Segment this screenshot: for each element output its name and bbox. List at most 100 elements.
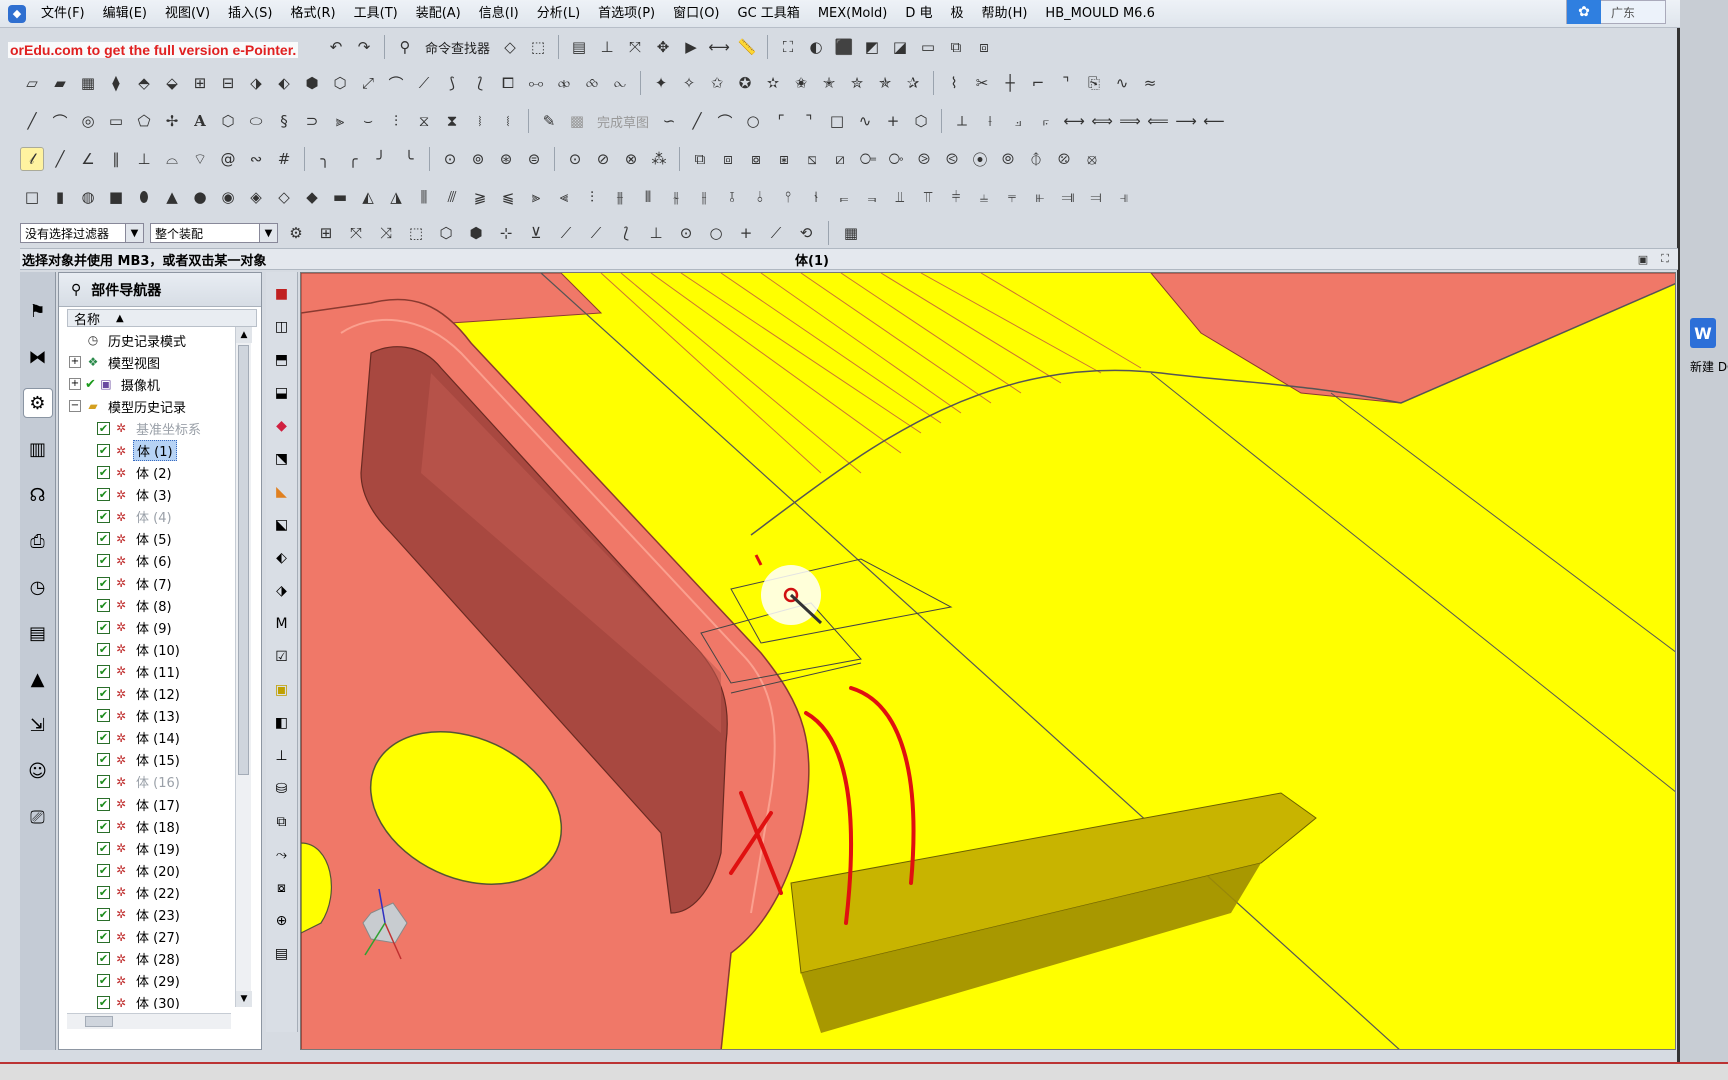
word-document-icon[interactable]: W (1690, 318, 1716, 348)
sketch-arc-icon[interactable]: ⌒ (713, 109, 737, 133)
arc-center-icon[interactable]: ⊙ (563, 147, 587, 171)
quilt-icon[interactable]: ⧝ (580, 71, 604, 95)
scroll-up-icon[interactable]: ▲ (236, 327, 252, 343)
menu-item[interactable]: 视图(V) (156, 0, 219, 28)
sew-icon[interactable]: ⬢ (300, 71, 324, 95)
circle-radius-icon[interactable]: ⊜ (522, 147, 546, 171)
reflection-icon[interactable]: ✰ (901, 71, 925, 95)
internet-explorer-icon[interactable]: ☊ (23, 480, 53, 510)
reuse-library-icon[interactable]: ▥ (23, 434, 53, 464)
animate-icon[interactable]: ⟵ (1202, 109, 1226, 133)
groove-icon[interactable]: ◭ (356, 185, 380, 209)
fullscreen-icon[interactable]: ⛶ (1656, 250, 1674, 268)
bend-icon[interactable]: ⫶ (580, 185, 604, 209)
tree-row[interactable]: ✔ ✲ 体 (7) (67, 572, 239, 594)
visibility-checkbox[interactable]: ✔ (97, 797, 110, 811)
body-select-icon[interactable]: ⬢ (464, 221, 488, 245)
face-blend-icon[interactable]: ⟅ (468, 71, 492, 95)
highlight-curve-icon[interactable]: 𝓁 (20, 147, 44, 171)
drawing-icon[interactable]: ⫣ (1112, 185, 1136, 209)
polygon-icon[interactable]: ⬠ (132, 109, 156, 133)
parting-icon[interactable]: ⫰ (748, 185, 772, 209)
tree-row[interactable]: ✔ ✲ 体 (8) (67, 594, 239, 616)
yellow-cube-icon[interactable]: ▣ (270, 678, 294, 702)
ellipse-icon[interactable]: ⬭ (244, 109, 268, 133)
general-filter-icon[interactable]: ⚙ (284, 221, 308, 245)
visibility-checkbox[interactable]: ✔ (97, 841, 110, 855)
snap-line-icon[interactable]: ⟋ (554, 221, 578, 245)
snap-tangent-icon[interactable]: ⟋ (764, 221, 788, 245)
chamfer-icon[interactable]: ⧁ (912, 147, 936, 171)
point-icon[interactable]: ✢ (160, 109, 184, 133)
move-face-icon[interactable]: ⤳ (270, 843, 294, 867)
snap-perp-icon[interactable]: ⊥ (644, 221, 668, 245)
perpendicular-line-icon[interactable]: ⊥ (132, 147, 156, 171)
sketch-line-icon[interactable]: ╱ (685, 109, 709, 133)
tree-row[interactable]: ✔ ✲ 体 (13) (67, 705, 239, 727)
diagnose-icon[interactable]: ✮ (845, 71, 869, 95)
thicken-icon[interactable]: ⧟ (524, 71, 548, 95)
visibility-checkbox[interactable]: ✔ (97, 598, 110, 612)
spiral-icon[interactable]: @ (216, 147, 240, 171)
visibility-checkbox[interactable]: ✔ (97, 775, 110, 789)
pin-icon[interactable]: ⚲ (71, 282, 81, 298)
transform-icon[interactable]: ✥ (651, 35, 675, 59)
cube-view-icon[interactable]: ⬛ (832, 35, 856, 59)
undo-icon[interactable]: ↶ (324, 35, 348, 59)
unbend-icon[interactable]: ⫵ (608, 185, 632, 209)
orange-face-icon[interactable]: ◣ (270, 480, 294, 504)
expand-icon[interactable]: + (69, 378, 81, 391)
wcs-icon[interactable]: ⊥ (595, 35, 619, 59)
shell-icon[interactable]: ⧄ (828, 147, 852, 171)
menu-item[interactable]: 首选项(P) (589, 0, 664, 28)
circle-tangent-icon[interactable]: ⊚ (466, 147, 490, 171)
visibility-checkbox[interactable]: ✔ (97, 930, 110, 944)
expand-icon[interactable]: + (69, 356, 81, 369)
tree-row[interactable]: ✔ ✲ 体 (12) (67, 683, 239, 705)
lip-icon[interactable]: ⫹ (496, 185, 520, 209)
deselect-icon[interactable]: ⤨ (374, 221, 398, 245)
red-face-icon[interactable]: ◆ (270, 414, 294, 438)
extract-body-icon[interactable]: ⬒ (270, 348, 294, 372)
quick-trim-icon[interactable]: ⟂ (950, 109, 974, 133)
navigator-horizontal-scrollbar[interactable] (67, 1013, 231, 1029)
studio-surface-icon[interactable]: ⊟ (216, 71, 240, 95)
tree-row[interactable]: + ✔ ▣ 摄像机 (67, 373, 239, 395)
mirror-icon[interactable]: ⟺ (1090, 109, 1114, 133)
i-form-icon[interactable]: ✧ (677, 71, 701, 95)
corner-curve-icon[interactable]: ╰ (397, 147, 421, 171)
navigator-vertical-scrollbar[interactable]: ▲ ▼ (235, 327, 252, 1007)
snap-filter-icon[interactable]: ⊞ (314, 221, 338, 245)
emboss-icon[interactable]: ⫻ (440, 185, 464, 209)
binoculars-icon[interactable]: ⚲ (393, 35, 417, 59)
select-icon[interactable]: ⬚ (526, 35, 550, 59)
block-icon[interactable]: ■ (104, 185, 128, 209)
tree-row[interactable]: ✔ ✲ 体 (9) (67, 616, 239, 638)
visibility-checkbox[interactable]: ✔ (97, 731, 110, 745)
cone-icon[interactable]: ▲ (160, 185, 184, 209)
sheet-body-icon[interactable]: ◫ (270, 315, 294, 339)
profile-icon[interactable]: ∽ (657, 109, 681, 133)
ruled-icon[interactable]: ⬘ (132, 71, 156, 95)
basic-line-icon[interactable]: ╱ (48, 147, 72, 171)
circle-center-icon[interactable]: ⊙ (438, 147, 462, 171)
history-icon[interactable]: ⎙ (23, 526, 53, 556)
snap-center-icon[interactable]: ⊙ (674, 221, 698, 245)
datum-icon[interactable]: ⊥ (270, 744, 294, 768)
bucket-icon[interactable]: ⛁ (270, 777, 294, 801)
section-icon[interactable]: ◪ (888, 35, 912, 59)
sketch-chamfer-icon[interactable]: ⌝ (797, 109, 821, 133)
tree-row[interactable]: ✔ ✲ 体 (10) (67, 638, 239, 660)
visibility-checkbox[interactable]: ✔ (97, 863, 110, 877)
ruler-icon[interactable]: 📏 (735, 35, 759, 59)
manufacturing-wizard-icon[interactable]: ⇲ (23, 710, 53, 740)
snap-point-icon[interactable]: + (734, 221, 758, 245)
intersect-icon[interactable]: ⧇ (744, 147, 768, 171)
fit-view-icon[interactable]: ⛶ (776, 35, 800, 59)
core-cavity-icon[interactable]: ⫯ (776, 185, 800, 209)
match-edge-icon[interactable]: ✩ (705, 71, 729, 95)
shape-icon[interactable]: ⬡ (216, 109, 240, 133)
trim-curve-icon[interactable]: ✂ (970, 71, 994, 95)
maximize-icon[interactable]: ▣ (1634, 250, 1652, 268)
trim-sheet-icon[interactable]: ⬖ (272, 71, 296, 95)
